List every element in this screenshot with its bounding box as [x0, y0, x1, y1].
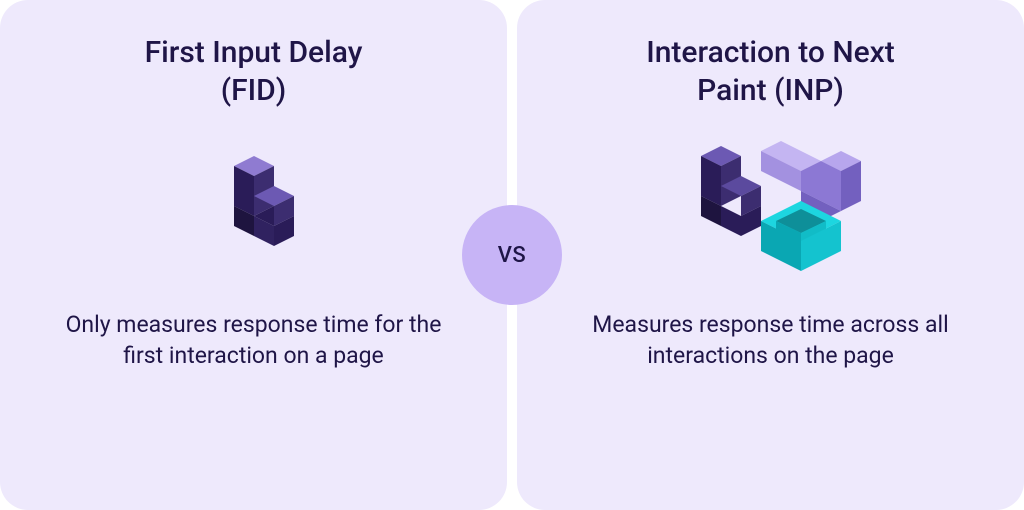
inp-card: Interaction to Next Paint (INP)	[517, 0, 1024, 510]
fid-card: First Input Delay (FID) Only measures re…	[0, 0, 507, 510]
inp-cubes-icon	[671, 131, 871, 281]
inp-description: Measures response time across all intera…	[581, 309, 961, 371]
vs-label: VS	[498, 243, 527, 268]
vs-badge: VS	[462, 205, 562, 305]
inp-title: Interaction to Next Paint (INP)	[646, 34, 895, 109]
fid-description: Only measures response time for the firs…	[64, 309, 444, 371]
fid-title: First Input Delay (FID)	[145, 34, 363, 109]
fid-cube-icon	[209, 131, 299, 281]
